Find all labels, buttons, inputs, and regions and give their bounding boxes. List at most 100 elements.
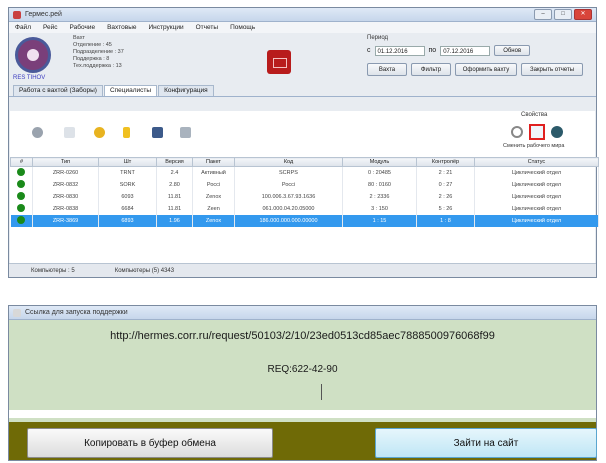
screen-icon[interactable] <box>529 124 545 140</box>
column-header[interactable]: Статус <box>474 157 599 167</box>
table-row[interactable]: ZRR-0838 6684 11.81 Zeen 061.000.04.20.0… <box>10 203 599 215</box>
close-reports-button[interactable]: Закрыть отчеты <box>521 63 583 76</box>
status-cell <box>10 203 33 215</box>
request-code: REQ:622-42-90 <box>267 364 338 375</box>
table-cell: 3 : 150 <box>342 203 417 215</box>
print-icon[interactable] <box>32 127 43 138</box>
to-label: по <box>428 47 437 54</box>
table-cell: SORK <box>98 179 157 191</box>
online-status-icon <box>17 216 26 224</box>
status-cell <box>10 166 33 179</box>
tab-panel: Свойства Сменить рабочего мира # Тип Шт … <box>10 111 599 263</box>
support-link-dialog: Ссылка для запуска поддержки http://herm… <box>8 305 597 461</box>
table-cell: Циклический отдел <box>474 203 599 215</box>
search-icon[interactable] <box>511 126 523 138</box>
from-label: с <box>367 47 371 54</box>
table-cell: Активный <box>192 166 235 179</box>
table-cell: 6893 <box>98 215 157 227</box>
lock-icon[interactable] <box>94 127 105 138</box>
toolbar: Свойства Сменить рабочего мира <box>10 111 595 157</box>
properties-label: Свойства <box>521 112 548 118</box>
column-header[interactable]: Код <box>234 157 343 167</box>
status-cell <box>10 179 33 191</box>
menu-instructions[interactable]: Инструкции <box>148 24 183 31</box>
online-status-icon <box>17 168 26 176</box>
column-header[interactable]: Тип <box>32 157 99 167</box>
column-header[interactable]: Пакет <box>192 157 235 167</box>
info-line: Тех.поддержка : 13 <box>73 63 122 69</box>
table-cell: 80 : 0160 <box>342 179 417 191</box>
issue-shift-button[interactable]: Оформить вахту <box>455 63 517 76</box>
filter-button[interactable]: Фильтр <box>411 63 451 76</box>
column-header[interactable]: Версия <box>156 157 193 167</box>
archive-icon[interactable] <box>267 50 291 74</box>
go-to-site-button[interactable]: Зайти на сайт <box>375 428 597 458</box>
table-cell: SCRPS <box>234 166 343 179</box>
dialog-icon <box>13 308 21 317</box>
table-cell: 2 : 26 <box>416 191 475 203</box>
menu-help[interactable]: Помощь <box>230 24 255 31</box>
table-cell: 1.96 <box>156 215 193 227</box>
apply-button[interactable]: Обнов <box>494 45 531 56</box>
menu-shift[interactable]: Вахтовые <box>107 24 136 31</box>
table-cell: Zenox <box>192 215 235 227</box>
maximize-button[interactable]: □ <box>554 9 572 20</box>
export-icon[interactable] <box>180 127 191 138</box>
status-bar: Компьютеры : 5 Компьютеры (5) 4343 <box>9 263 596 277</box>
copy-to-clipboard-button[interactable]: Копировать в буфер обмена <box>27 428 273 458</box>
menu-reports[interactable]: Отчеты <box>196 24 218 31</box>
info-block: Вахт Отделение : 45 Подразделение : 37 П… <box>73 35 124 70</box>
status-total: Компьютеры (5) 4343 <box>114 267 175 274</box>
table-cell: ZRR-0832 <box>32 179 99 191</box>
table-cell: ZRR-0260 <box>32 166 99 179</box>
online-status-icon <box>17 192 26 200</box>
import-icon[interactable] <box>152 127 163 138</box>
app-icon <box>13 10 21 19</box>
computers-table: # Тип Шт Версия Пакет Код Модуль Контрол… <box>10 157 599 227</box>
table-cell: 0 : 20485 <box>342 166 417 179</box>
menu-bar: Файл Рейс Рабочие Вахтовые Инструкции От… <box>9 22 596 33</box>
table-row[interactable]: ZRR-0260 TRNT 2.4 Активный SCRPS 0 : 204… <box>10 166 599 179</box>
table-cell: 11.81 <box>156 191 193 203</box>
column-header[interactable]: # <box>10 157 33 167</box>
table-cell: 11.81 <box>156 203 193 215</box>
table-cell: Циклический отдел <box>474 191 599 203</box>
table-cell: 2 : 2336 <box>342 191 417 203</box>
window-title: Гермес.рей <box>25 11 62 18</box>
table-row[interactable]: ZRR-0832 SORK 2.80 Россі Россі 80 : 0160… <box>10 179 599 191</box>
online-status-icon <box>17 180 26 188</box>
table-cell: Циклический отдел <box>474 166 599 179</box>
refresh-icon[interactable] <box>64 127 75 138</box>
minimize-button[interactable]: – <box>534 9 552 20</box>
close-button[interactable]: ✕ <box>574 9 592 20</box>
status-cell <box>10 215 33 227</box>
tab-config[interactable]: Конфигурация <box>158 85 214 96</box>
column-header[interactable]: Шт <box>98 157 157 167</box>
properties-caption: Сменить рабочего мира <box>503 143 565 149</box>
column-header[interactable]: Контролёр <box>416 157 475 167</box>
table-cell: 061.000.04.20.05000 <box>234 203 343 215</box>
menu-file[interactable]: Файл <box>15 24 31 31</box>
tab-work[interactable]: Работа с вахтой (Заборы) <box>13 85 103 96</box>
table-cell: 1 : 8 <box>416 215 475 227</box>
date-to-field[interactable]: 07.12.2016 <box>440 45 491 56</box>
date-from-field[interactable]: 01.12.2016 <box>374 45 425 56</box>
column-header[interactable]: Модуль <box>342 157 417 167</box>
header-area: RES TIHOV Вахт Отделение : 45 Подразделе… <box>9 33 596 85</box>
table-cell: ZRR-0830 <box>32 191 99 203</box>
period-label: Период <box>367 35 389 41</box>
table-cell: TRNT <box>98 166 157 179</box>
menu-trip[interactable]: Рейс <box>43 24 58 31</box>
info-line: Отделение : 45 <box>73 42 112 48</box>
lightning-icon[interactable] <box>123 127 130 138</box>
menu-workers[interactable]: Рабочие <box>70 24 96 31</box>
table-row-selected[interactable]: ZRR-3869 6893 1.96 Zenox 186.000.000.000… <box>10 215 599 227</box>
dialog-title: Ссылка для запуска поддержки <box>25 309 128 316</box>
divider <box>9 410 596 418</box>
table-row[interactable]: ZRR-0830 6093 11.81 Zenox 100.006.3.67.9… <box>10 191 599 203</box>
globe-icon[interactable] <box>551 126 563 138</box>
table-cell: 6684 <box>98 203 157 215</box>
shift-button[interactable]: Вахта <box>367 63 407 76</box>
tab-specialists[interactable]: Специалисты <box>103 85 158 96</box>
table-cell: Zeen <box>192 203 235 215</box>
